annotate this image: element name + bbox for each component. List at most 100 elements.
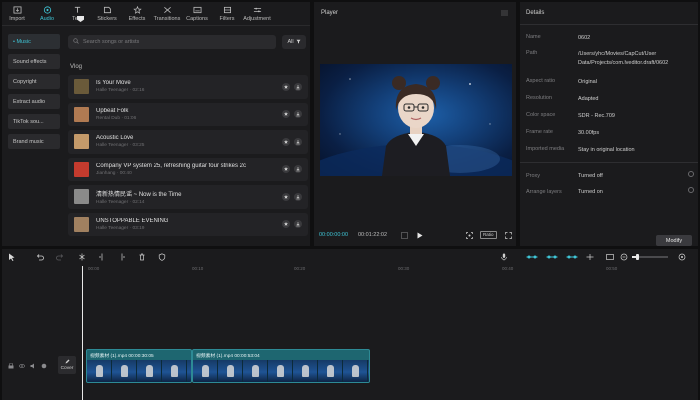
select-cursor-icon[interactable] — [8, 253, 16, 261]
detail-value: Turned on — [578, 189, 603, 195]
toolbar-audio[interactable]: Audio — [32, 2, 62, 24]
filter-label: All — [287, 39, 294, 45]
magnet-snap-icon[interactable] — [546, 253, 558, 261]
toolbar-audio-label: Audio — [39, 16, 55, 22]
track-audio-icon[interactable] — [30, 363, 36, 371]
split-left-icon[interactable] — [98, 253, 106, 261]
menu-icon[interactable] — [501, 10, 508, 16]
detail-key: Frame rate — [526, 129, 553, 135]
track-title: UNSTOPPABLE EVENING — [96, 217, 169, 224]
ruler-label: 00:50 — [606, 266, 618, 271]
favorite-icon[interactable] — [282, 82, 290, 91]
playhead[interactable] — [82, 266, 83, 400]
microphone-icon[interactable] — [500, 253, 508, 261]
sidebar-item-brand-music[interactable]: Brand music — [8, 134, 60, 149]
toolbar-adjustment[interactable]: Adjustment — [242, 2, 272, 24]
undo-icon[interactable] — [36, 253, 44, 261]
preview-axis-icon[interactable] — [586, 253, 594, 261]
zoom-slider-handle[interactable] — [636, 254, 639, 260]
music-track[interactable]: UNSTOPPABLE EVENING Halle Teenager · 03:1… — [68, 212, 308, 236]
toolbar-import[interactable]: Import — [2, 2, 32, 24]
filter-dropdown[interactable]: All — [282, 35, 306, 49]
video-clip-2[interactable]: 视频素材 (1).mp4 00:00:53:04 — [192, 349, 370, 383]
sidebar-item-copyright[interactable]: Copyright — [8, 74, 60, 89]
download-icon[interactable] — [294, 110, 302, 119]
redo-icon[interactable] — [56, 253, 64, 261]
music-track[interactable]: Company VP system 25, refreshing guitar … — [68, 157, 308, 181]
media-panel: Import Audio Text Stickers Effects Trans… — [2, 2, 310, 246]
music-track[interactable]: Is Your Move Halle Teenager · 02:16 — [68, 75, 308, 99]
detail-value: Turned off — [578, 173, 603, 179]
toolbar-effects[interactable]: Effects — [122, 2, 152, 24]
player-title: Player — [321, 10, 339, 16]
track-info: 清新热情民谣 ~ Now is the Time Halle Teenager ·… — [96, 189, 282, 205]
video-preview[interactable] — [320, 64, 512, 176]
ratio-button[interactable]: Ratio — [480, 231, 497, 239]
split-right-icon[interactable] — [118, 253, 126, 261]
music-track[interactable]: 清新热情民谣 ~ Now is the Time Halle Teenager ·… — [68, 185, 308, 209]
fullscreen-grid-icon[interactable] — [400, 231, 408, 239]
track-lock-icon[interactable] — [8, 362, 14, 371]
timeline-ruler[interactable]: 00:00 00:10 00:20 00:30 00:40 00:50 — [2, 265, 698, 275]
toolbar-stickers[interactable]: Stickers — [92, 2, 122, 24]
sidebar-item-extract-audio[interactable]: Extract audio — [8, 94, 60, 109]
track-artist: Halle Teenager · 03:19 — [96, 225, 145, 231]
track-info: UNSTOPPABLE EVENING Halle Teenager · 03:1… — [96, 218, 282, 231]
shield-icon[interactable] — [158, 253, 166, 261]
music-track[interactable]: Upbeat Folk Rental Dub · 01:06 — [68, 102, 308, 126]
zoom-out-icon[interactable] — [620, 253, 628, 261]
download-icon[interactable] — [294, 82, 302, 91]
play-icon[interactable] — [416, 231, 424, 239]
link-main-track-icon[interactable] — [526, 253, 538, 261]
favorite-icon[interactable] — [282, 192, 290, 201]
album-thumbnail — [74, 161, 89, 177]
delete-icon[interactable] — [138, 253, 146, 261]
split-icon[interactable] — [78, 253, 86, 261]
download-icon[interactable] — [294, 165, 302, 174]
timeline-toolbar — [2, 249, 698, 265]
crop-icon[interactable] — [465, 231, 473, 239]
modify-button[interactable]: Modify — [656, 235, 692, 246]
detail-row-proxy[interactable]: Proxy Turned off — [526, 171, 694, 181]
track-title: Company VP system 25, refreshing guitar … — [96, 162, 246, 169]
track-title: Acoustic Love — [96, 135, 134, 142]
music-track[interactable]: Acoustic Love Halle Teenager · 03:25 — [68, 130, 308, 154]
search-input[interactable]: Search songs or artists — [68, 35, 276, 49]
detail-row-path: Path /Users/yhc/Movies/CapCut/User Data/… — [526, 50, 694, 67]
download-icon[interactable] — [294, 137, 302, 146]
help-icon[interactable] — [688, 187, 694, 193]
detail-row-arrange-layers[interactable]: Arrange layers Turned on — [526, 187, 694, 197]
toolbar-text[interactable]: Text — [62, 2, 92, 24]
caption-track-icon[interactable] — [606, 253, 614, 261]
track-title: Is Your Move — [96, 80, 131, 87]
detail-key: Name — [526, 34, 541, 40]
favorite-icon[interactable] — [282, 137, 290, 146]
fullscreen-icon[interactable] — [504, 231, 512, 239]
toolbar-transitions[interactable]: Transitions — [152, 2, 182, 24]
download-icon[interactable] — [294, 192, 302, 201]
zoom-fit-icon[interactable] — [678, 253, 686, 261]
video-clip-1[interactable]: 视频素材 (1).mp4 00:00:30:05 — [86, 349, 192, 383]
sidebar-item-sound-effects[interactable]: Sound effects — [8, 54, 60, 69]
sidebar-item-music[interactable]: • Music — [8, 34, 60, 49]
filter-icon — [296, 39, 301, 46]
help-icon[interactable] — [688, 171, 694, 177]
detail-value: SDR - Rec.709 — [578, 113, 615, 119]
track-visibility-icon[interactable] — [19, 363, 25, 371]
toolbar-captions[interactable]: Captions — [182, 2, 212, 24]
toolbar-filters[interactable]: Filters — [212, 2, 242, 24]
cover-button[interactable]: Cover — [58, 356, 76, 374]
favorite-icon[interactable] — [282, 110, 290, 119]
favorite-icon[interactable] — [282, 165, 290, 174]
detail-value: Stay in original location — [578, 147, 635, 153]
download-icon[interactable] — [294, 220, 302, 229]
favorite-icon[interactable] — [282, 220, 290, 229]
detail-key: Arrange layers — [526, 189, 562, 196]
sidebar-item-tiktok-sounds[interactable]: TikTok sou... — [8, 114, 60, 129]
track-more-icon[interactable] — [41, 363, 47, 371]
asset-toolbar: Import Audio Text Stickers Effects Trans… — [2, 2, 310, 24]
linkage-icon[interactable] — [566, 253, 578, 261]
track-info: Company VP system 25, refreshing guitar … — [96, 163, 282, 176]
zoom-slider[interactable] — [632, 254, 668, 260]
details-divider — [520, 162, 698, 163]
